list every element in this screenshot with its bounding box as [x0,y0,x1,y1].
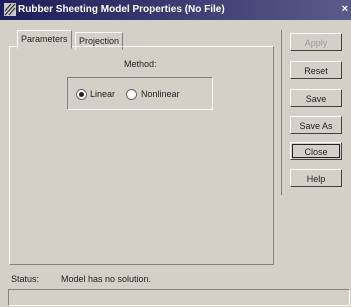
close-icon[interactable]: × [342,3,348,15]
window-title: Rubber Sheeting Model Properties (No Fil… [18,4,225,15]
method-group: Linear Nonlinear [67,77,213,110]
tab-parameters[interactable]: Parameters [17,30,72,49]
status-label: Status: [11,274,40,284]
title-bar: Rubber Sheeting Model Properties (No Fil… [0,0,351,20]
button-divider [281,30,282,195]
apply-button[interactable]: Apply [290,33,342,51]
linear-radio[interactable] [76,89,87,100]
method-label: Method: [124,59,157,69]
linear-radio-label[interactable]: Linear [90,89,115,99]
nonlinear-radio[interactable] [126,89,137,100]
app-icon [4,3,16,16]
status-text: Model has no solution. [61,274,152,284]
close-button[interactable]: Close [290,142,342,160]
save-as-button[interactable]: Save As [290,116,342,134]
nonlinear-radio-label[interactable]: Nonlinear [141,89,180,99]
help-button[interactable]: Help [290,169,342,187]
status-bar [8,289,350,306]
reset-button[interactable]: Reset [290,61,342,79]
save-button[interactable]: Save [290,89,342,107]
